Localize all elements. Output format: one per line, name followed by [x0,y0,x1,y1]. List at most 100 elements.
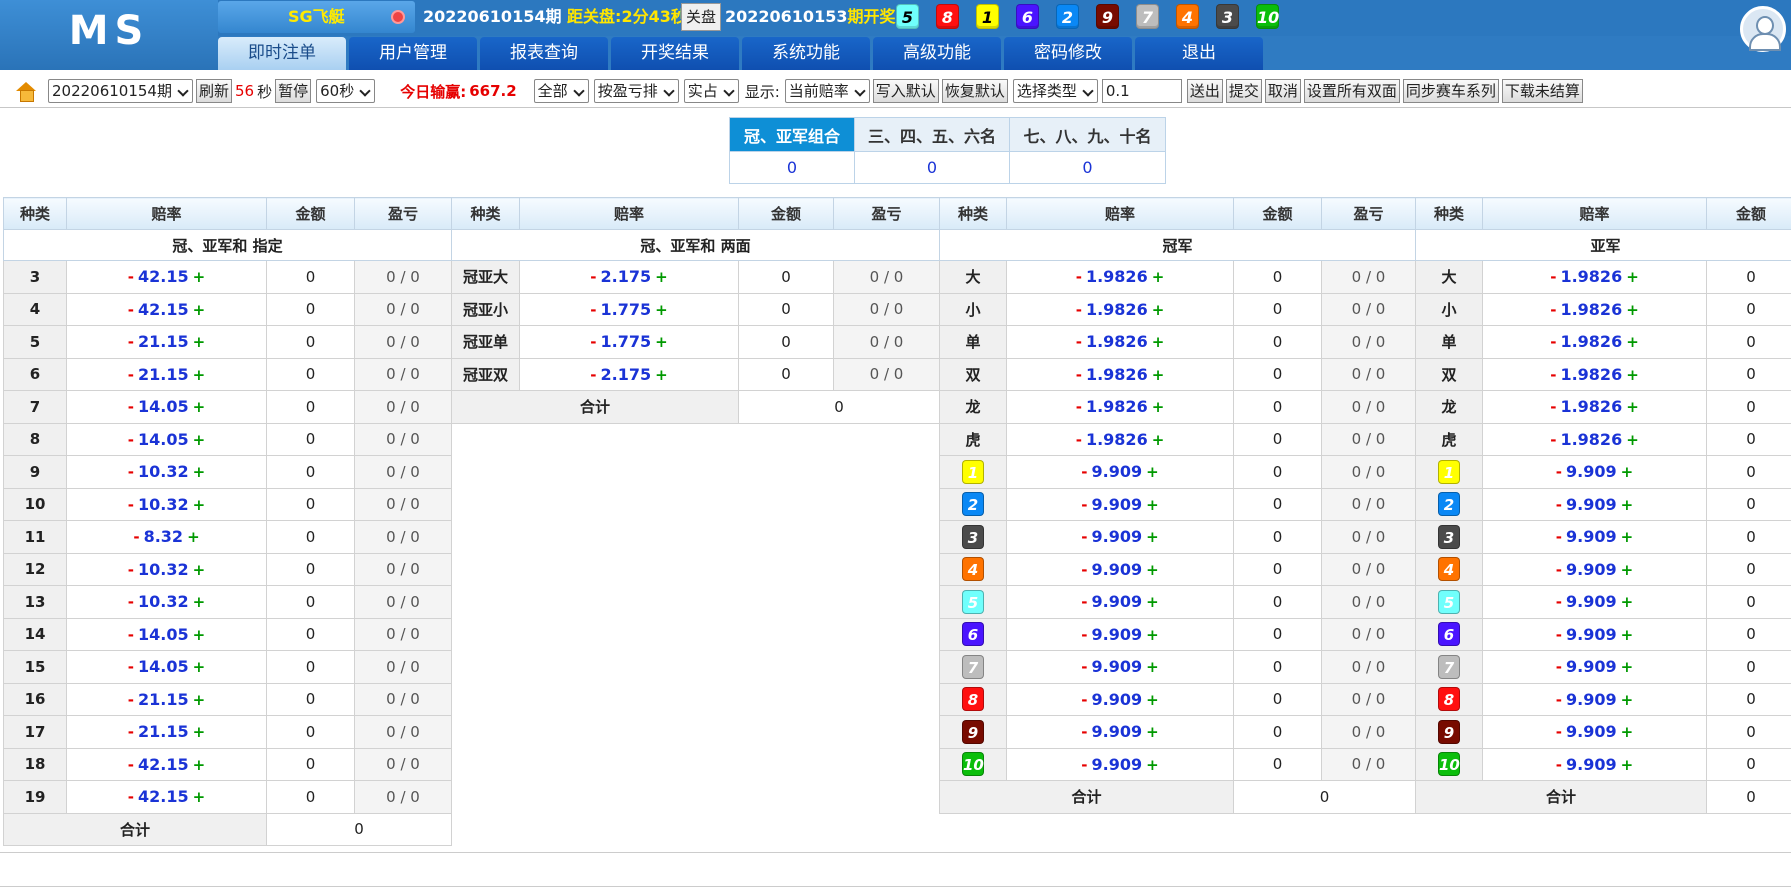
odds-increase-button[interactable]: + [1152,268,1165,286]
send-button[interactable]: 送出 [1186,79,1223,103]
odds-decrease-button[interactable]: - [1556,756,1562,774]
nav-tab[interactable]: 用户管理 [349,37,477,70]
game-selector[interactable]: SG飞艇 [218,1,415,33]
amount-cell[interactable]: 0 [1233,617,1322,651]
refresh-button[interactable]: 刷新 [195,79,232,103]
odds-increase-button[interactable]: + [1621,496,1634,514]
odds-decrease-button[interactable]: - [590,301,596,319]
write-default-button[interactable]: 写入默认 [872,79,939,103]
odds-value[interactable]: 9.909 [1566,462,1617,481]
odds-decrease-button[interactable]: - [128,756,134,774]
odds-decrease-button[interactable]: - [1550,301,1556,319]
odds-increase-button[interactable]: + [193,496,206,514]
odds-increase-button[interactable]: + [193,561,206,579]
odds-decrease-button[interactable]: - [1556,626,1562,644]
restore-default-button[interactable]: 恢复默认 [941,79,1008,103]
odds-value[interactable]: 1.9826 [1560,332,1622,351]
odds-decrease-button[interactable]: - [1556,658,1562,676]
nav-tab[interactable]: 退出 [1135,37,1263,70]
odds-decrease-button[interactable]: - [1081,593,1087,611]
interval-select[interactable]: 60秒 [316,79,376,103]
odds-value[interactable]: 9.909 [1566,527,1617,546]
amount-cell[interactable]: 0 [1706,422,1791,456]
odds-decrease-button[interactable]: - [1076,398,1082,416]
odds-value[interactable]: 9.909 [1092,690,1143,709]
odds-increase-button[interactable]: + [1626,268,1639,286]
odds-decrease-button[interactable]: - [128,463,134,481]
amount-cell[interactable]: 0 [1233,260,1322,294]
display-select[interactable]: 当前赔率 [784,79,870,103]
odds-increase-button[interactable]: + [1146,528,1159,546]
amount-cell[interactable]: 0 [266,520,355,554]
odds-value[interactable]: 21.15 [138,722,189,741]
odds-value[interactable]: 14.05 [138,657,189,676]
amount-cell[interactable]: 0 [1706,585,1791,619]
odds-decrease-button[interactable]: - [1556,691,1562,709]
odds-value[interactable]: 2.175 [601,365,652,384]
amount-cell[interactable]: 0 [1233,357,1322,391]
odds-value[interactable]: 1.775 [601,300,652,319]
amount-cell[interactable]: 0 [1233,422,1322,456]
odds-value[interactable]: 9.909 [1566,657,1617,676]
odds-value[interactable]: 42.15 [138,755,189,774]
odds-increase-button[interactable]: + [1146,463,1159,481]
odds-increase-button[interactable]: + [655,333,668,351]
odds-value[interactable]: 9.909 [1092,722,1143,741]
tab-third-to-sixth[interactable]: 三、四、五、六名 [854,117,1010,152]
odds-decrease-button[interactable]: - [1556,463,1562,481]
odds-decrease-button[interactable]: - [1081,528,1087,546]
home-icon[interactable] [16,82,36,102]
odds-value[interactable]: 42.15 [138,267,189,286]
odds-value[interactable]: 21.15 [138,332,189,351]
sync-racing-button[interactable]: 同步赛车系列 [1402,79,1499,103]
odds-increase-button[interactable]: + [1152,431,1165,449]
amount-cell[interactable]: 0 [1233,552,1322,586]
odds-decrease-button[interactable]: - [1550,268,1556,286]
nav-tab[interactable]: 即时注单 [218,37,346,70]
odds-increase-button[interactable]: + [193,301,206,319]
odds-increase-button[interactable]: + [1152,333,1165,351]
odds-increase-button[interactable]: + [1621,593,1634,611]
odds-decrease-button[interactable]: - [1076,333,1082,351]
odds-decrease-button[interactable]: - [128,268,134,286]
odds-increase-button[interactable]: + [1146,626,1159,644]
odds-increase-button[interactable]: + [1152,301,1165,319]
odds-increase-button[interactable]: + [1621,561,1634,579]
nav-tab[interactable]: 高级功能 [873,37,1001,70]
odds-decrease-button[interactable]: - [128,431,134,449]
odds-increase-button[interactable]: + [1146,723,1159,741]
odds-decrease-button[interactable]: - [1550,431,1556,449]
odds-value[interactable]: 1.9826 [1560,267,1622,286]
amount-cell[interactable]: 0 [738,260,834,294]
close-market-button[interactable]: 关盘 [681,3,722,31]
odds-increase-button[interactable]: + [655,366,668,384]
odds-decrease-button[interactable]: - [128,626,134,644]
odds-decrease-button[interactable]: - [1556,528,1562,546]
odds-decrease-button[interactable]: - [128,496,134,514]
odds-decrease-button[interactable]: - [128,593,134,611]
odds-increase-button[interactable]: + [1146,496,1159,514]
odds-value[interactable]: 1.9826 [1086,267,1148,286]
nav-tab[interactable]: 系统功能 [742,37,870,70]
amount-cell[interactable]: 0 [266,455,355,489]
odds-value[interactable]: 9.909 [1092,527,1143,546]
odds-increase-button[interactable]: + [193,658,206,676]
odds-increase-button[interactable]: + [193,366,206,384]
sort-select[interactable]: 按盈亏排 [593,79,679,103]
amount-cell[interactable]: 0 [1233,487,1322,521]
amount-cell[interactable]: 0 [266,650,355,684]
amount-cell[interactable]: 0 [1706,292,1791,326]
odds-increase-button[interactable]: + [1626,301,1639,319]
odds-decrease-button[interactable]: - [1550,333,1556,351]
amount-cell[interactable]: 0 [266,357,355,391]
odds-increase-button[interactable]: + [655,268,668,286]
amount-cell[interactable]: 0 [266,682,355,716]
odds-increase-button[interactable]: + [1152,366,1165,384]
odds-increase-button[interactable]: + [1621,658,1634,676]
odds-value[interactable]: 9.909 [1092,495,1143,514]
odds-value[interactable]: 9.909 [1092,560,1143,579]
odds-increase-button[interactable]: + [193,626,206,644]
odds-decrease-button[interactable]: - [128,301,134,319]
odds-decrease-button[interactable]: - [1556,593,1562,611]
odds-value[interactable]: 9.909 [1566,560,1617,579]
